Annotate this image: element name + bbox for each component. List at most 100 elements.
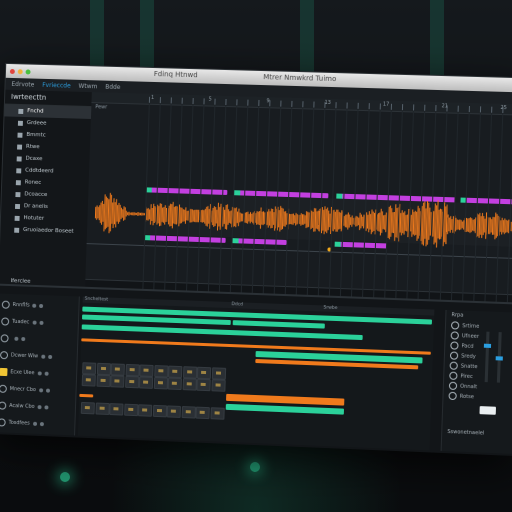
clip-slot[interactable]: [138, 376, 154, 389]
clip-slot[interactable]: [166, 405, 182, 418]
clip-slot[interactable]: [110, 375, 125, 388]
device-parameter[interactable]: Rotse: [443, 391, 512, 404]
clip-slot[interactable]: [152, 404, 167, 418]
knob-icon[interactable]: [448, 381, 458, 391]
clip-slot[interactable]: [95, 374, 111, 388]
track-header[interactable]: Ecxe Ulee: [0, 365, 80, 382]
clip-slot[interactable]: [81, 374, 96, 387]
track-arm-button[interactable]: [47, 354, 52, 360]
track-mute-button[interactable]: [32, 421, 37, 426]
track-header[interactable]: Rnnflfs: [0, 297, 83, 314]
clip-slot[interactable]: [82, 362, 97, 375]
track-arm-button[interactable]: [39, 422, 44, 427]
track-header[interactable]: Dcwer Wiw: [0, 348, 81, 365]
clip-slot[interactable]: [137, 404, 153, 417]
sidebar-item[interactable]: Gruoiaedor Boseet: [0, 223, 87, 238]
midi-clip[interactable]: [232, 320, 325, 329]
clip-slot[interactable]: [125, 363, 140, 377]
sidebar-item-label: Cddtdeerd: [25, 167, 54, 175]
track-arm-button[interactable]: [45, 388, 50, 393]
knob-icon[interactable]: [449, 371, 458, 380]
audio-clip[interactable]: [79, 393, 94, 398]
clip-slot[interactable]: [181, 406, 196, 419]
clip-slot[interactable]: [182, 378, 197, 391]
track-mute-button[interactable]: [32, 303, 37, 308]
toolbar-item[interactable]: Bdde: [105, 83, 120, 90]
maximize-window-button[interactable]: [25, 68, 31, 75]
toolbar-item[interactable]: Wtwm: [78, 82, 97, 89]
knob-icon[interactable]: [449, 361, 458, 370]
minimize-window-button[interactable]: [17, 68, 23, 74]
clip-slot[interactable]: [96, 362, 111, 376]
close-window-button[interactable]: [9, 68, 15, 74]
track-arm-button[interactable]: [39, 303, 44, 309]
track-header[interactable]: Tosdfees: [0, 415, 79, 432]
device-parameter-label: Pacd: [461, 343, 474, 350]
track-mute-button[interactable]: [40, 354, 46, 359]
track-arm-button[interactable]: [44, 405, 49, 410]
ruler-label: 21: [441, 103, 449, 110]
clip-slot[interactable]: [109, 403, 124, 416]
device-parameter-label: Snatte: [460, 363, 478, 371]
clip-slot[interactable]: [167, 377, 182, 391]
ruler-tick: [435, 105, 437, 112]
knob-icon[interactable]: [450, 341, 459, 350]
track-mute-button[interactable]: [14, 336, 19, 341]
track-mute-button[interactable]: [38, 388, 43, 393]
clip-slot[interactable]: [123, 403, 138, 417]
track-arm-button[interactable]: [44, 371, 49, 376]
track-arm-button[interactable]: [39, 320, 44, 325]
sidebar-item-label: Grdeee: [26, 120, 47, 127]
fader-cap[interactable]: [495, 356, 503, 361]
knob-icon[interactable]: [449, 351, 459, 360]
folder-icon: [17, 120, 23, 126]
clip-slot[interactable]: [168, 365, 183, 379]
folder-icon: [16, 167, 22, 173]
clip-slot[interactable]: [210, 379, 226, 392]
clip-slot[interactable]: [110, 363, 125, 376]
ruler-tick: [335, 102, 337, 109]
arrangement-label: Pewr: [95, 104, 108, 111]
folder-icon: [15, 191, 21, 197]
track-name: Rnnflfs: [12, 301, 30, 309]
knob-icon[interactable]: [448, 391, 457, 401]
knob-icon[interactable]: [450, 331, 459, 340]
track-name: Ecxe Ulee: [10, 369, 35, 377]
clip-slot[interactable]: [211, 367, 226, 380]
clip-slot[interactable]: [182, 366, 197, 379]
clip-slot[interactable]: [80, 401, 95, 415]
clip-slot[interactable]: [196, 378, 211, 392]
track-arm-button[interactable]: [21, 337, 26, 342]
track-header[interactable]: [0, 331, 81, 348]
toolbar-item[interactable]: Edrvote: [11, 80, 34, 88]
ruler-tick: [203, 98, 205, 105]
clip-slot[interactable]: [94, 402, 110, 415]
track-icon: [0, 384, 7, 393]
clip-slot[interactable]: [153, 376, 168, 390]
track-mute-button[interactable]: [37, 371, 42, 376]
track-mute-button[interactable]: [32, 320, 37, 325]
clip-slot[interactable]: [209, 407, 225, 420]
panel-button[interactable]: [479, 406, 497, 415]
clip-slot[interactable]: [195, 406, 210, 420]
midi-clip[interactable]: [225, 403, 345, 415]
folder-icon: [15, 179, 21, 185]
ruler-tick: [491, 106, 493, 113]
clip-column-label: Ddcd: [231, 302, 244, 308]
fader-cap[interactable]: [483, 343, 492, 348]
ruler-tick: [181, 97, 183, 104]
clip-slot[interactable]: [139, 364, 154, 377]
toolbar-item-active[interactable]: Fvrieccde: [42, 81, 71, 89]
clip-slot[interactable]: [153, 365, 169, 378]
clip-slot[interactable]: [196, 366, 212, 380]
ruler-tick: [247, 99, 249, 106]
track-mute-button[interactable]: [37, 405, 42, 410]
knob-icon[interactable]: [450, 321, 460, 330]
arrangement-view[interactable]: 1 5 9 13 17 21 25 Pewr: [85, 92, 512, 304]
clip-slot[interactable]: [124, 375, 139, 389]
track-header[interactable]: Tuadec: [0, 314, 82, 331]
sidebar-list: Fnchd Grdeee Bmmtc Rtwe Dcaxe Cddtdeerd Ronec D…: [0, 104, 92, 239]
clip-grid[interactable]: Sncheltest Ddcd Srwbe: [77, 296, 435, 451]
track-header[interactable]: Mnecr Cbo: [0, 382, 80, 399]
track-header[interactable]: Acalw Cbo: [0, 398, 79, 415]
